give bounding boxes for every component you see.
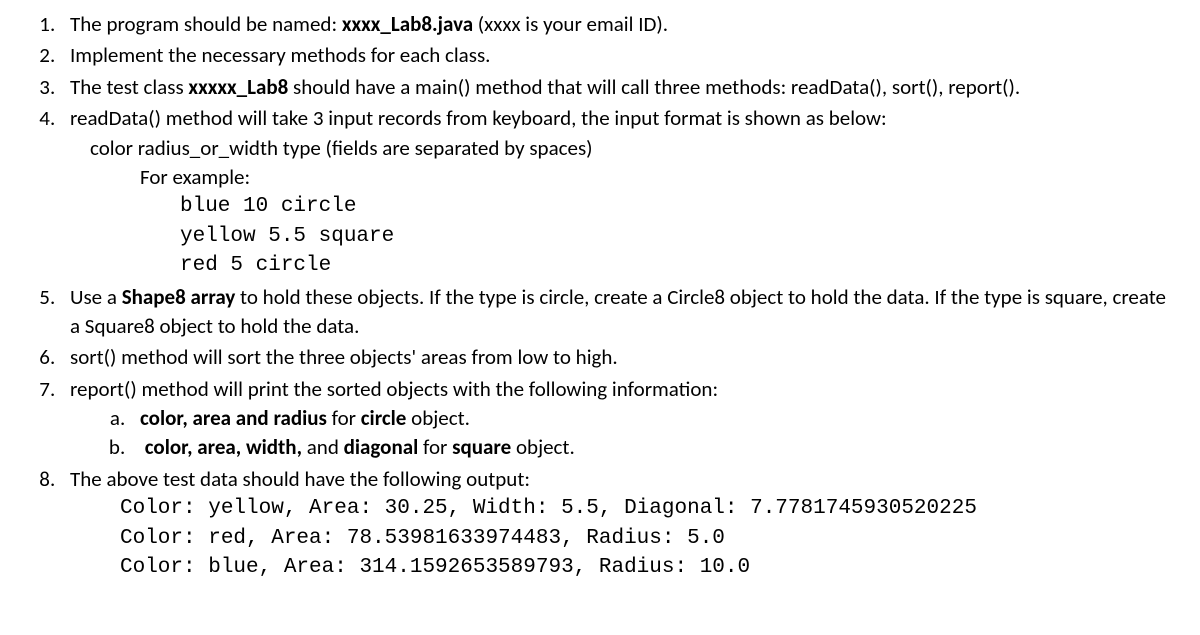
sub-item-a: color, area and radius for circle object… (130, 404, 1180, 433)
filename-bold: xxxx_Lab8.java (342, 11, 473, 37)
list-item-8: The above test data should have the foll… (60, 465, 1180, 583)
array-bold: Shape8 array (122, 284, 236, 310)
bold-text: diagonal (344, 434, 419, 460)
bold-text: circle (361, 405, 407, 431)
list-item-2: Implement the necessary methods for each… (60, 41, 1180, 70)
sub-list: color, area and radius for circle object… (70, 404, 1180, 463)
output-line: Color: yellow, Area: 30.25, Width: 5.5, … (70, 494, 1180, 523)
example-line: yellow 5.5 square (70, 222, 1180, 251)
sub-item-b: color, area, width, and diagonal for squ… (130, 433, 1180, 462)
text: for (327, 405, 361, 431)
text: object. (511, 434, 575, 460)
list-item-4: readData() method will take 3 input reco… (60, 104, 1180, 280)
text: to hold these objects. If the type is ci… (70, 284, 1166, 339)
output-line: Color: blue, Area: 314.1592653589793, Ra… (70, 553, 1180, 582)
list-item-5: Use a Shape8 array to hold these objects… (60, 283, 1180, 342)
example-line: blue 10 circle (70, 192, 1180, 221)
text: The test class (70, 74, 188, 100)
bold-text: color, area and radius (140, 405, 327, 431)
input-format: color radius_or_width type (fields are s… (70, 134, 1180, 163)
example-label: For example: (70, 163, 1180, 192)
text: The above test data should have the foll… (70, 466, 530, 492)
text: object. (406, 405, 470, 431)
bold-text: color, area, width, (145, 434, 302, 460)
text: readData() method will take 3 input reco… (70, 105, 887, 131)
bold-text: square (452, 434, 511, 460)
text: and (302, 434, 344, 460)
text: The program should be named: (70, 11, 342, 37)
list-item-7: report() method will print the sorted ob… (60, 375, 1180, 463)
classname-bold: xxxxx_Lab8 (188, 74, 288, 100)
text: report() method will print the sorted ob… (70, 376, 718, 402)
text: Implement the necessary methods for each… (70, 42, 490, 68)
list-item-3: The test class xxxxx_Lab8 should have a … (60, 73, 1180, 102)
text: for (418, 434, 452, 460)
text: should have a main() method that will ca… (288, 74, 1020, 100)
text: (xxxx is your email ID). (473, 11, 668, 37)
instruction-list: The program should be named: xxxx_Lab8.j… (20, 10, 1180, 582)
list-item-6: sort() method will sort the three object… (60, 343, 1180, 372)
output-line: Color: red, Area: 78.53981633974483, Rad… (70, 524, 1180, 553)
example-line: red 5 circle (70, 251, 1180, 280)
list-item-1: The program should be named: xxxx_Lab8.j… (60, 10, 1180, 39)
text: sort() method will sort the three object… (70, 344, 618, 370)
text: Use a (70, 284, 122, 310)
